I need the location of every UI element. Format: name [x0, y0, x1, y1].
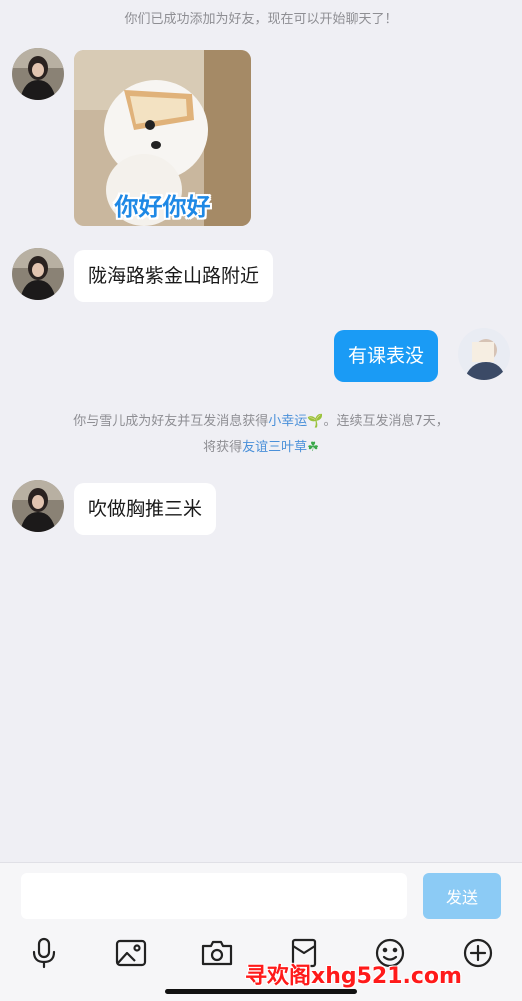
sticker-caption: 你好你好 — [114, 193, 211, 221]
watermark-text: 寻欢阁xhg521.com — [245, 964, 462, 989]
message-input[interactable] — [21, 873, 407, 919]
system-message-clover: 将获得友谊三叶草☘ — [203, 440, 319, 455]
clover-icon: ☘ — [307, 440, 319, 455]
contact-avatar[interactable] — [12, 248, 64, 300]
camera-icon[interactable] — [197, 933, 237, 973]
sprout-icon: 🌱 — [307, 414, 324, 429]
little-luck-link[interactable]: 小幸运 — [268, 414, 307, 429]
send-button[interactable]: 发送 — [423, 873, 501, 919]
message-bubble-sent[interactable]: 有课表没 — [334, 330, 439, 382]
contact-avatar[interactable] — [12, 48, 64, 100]
sticker-image[interactable]: 你好你好 — [74, 50, 251, 226]
contact-avatar[interactable] — [12, 480, 64, 532]
my-avatar[interactable] — [458, 328, 510, 380]
message-bubble-received[interactable]: 吹做胸推三米 — [74, 483, 217, 535]
plus-icon[interactable] — [458, 933, 498, 973]
input-bar: 发送 寻欢阁xhg521.com — [0, 862, 522, 1001]
system-message-added: 你们已成功添加为好友，现在可以开始聊天了！ — [124, 12, 398, 27]
microphone-icon[interactable] — [24, 933, 64, 973]
system-message-luck: 你与雪儿成为好友并互发消息获得小幸运🌱。连续互发消息7天， — [73, 414, 449, 429]
message-bubble-received[interactable]: 陇海路紫金山路附近 — [74, 250, 274, 302]
friendship-clover-link[interactable]: 友谊三叶草 — [242, 440, 307, 455]
home-indicator — [165, 989, 357, 994]
image-icon[interactable] — [111, 933, 151, 973]
